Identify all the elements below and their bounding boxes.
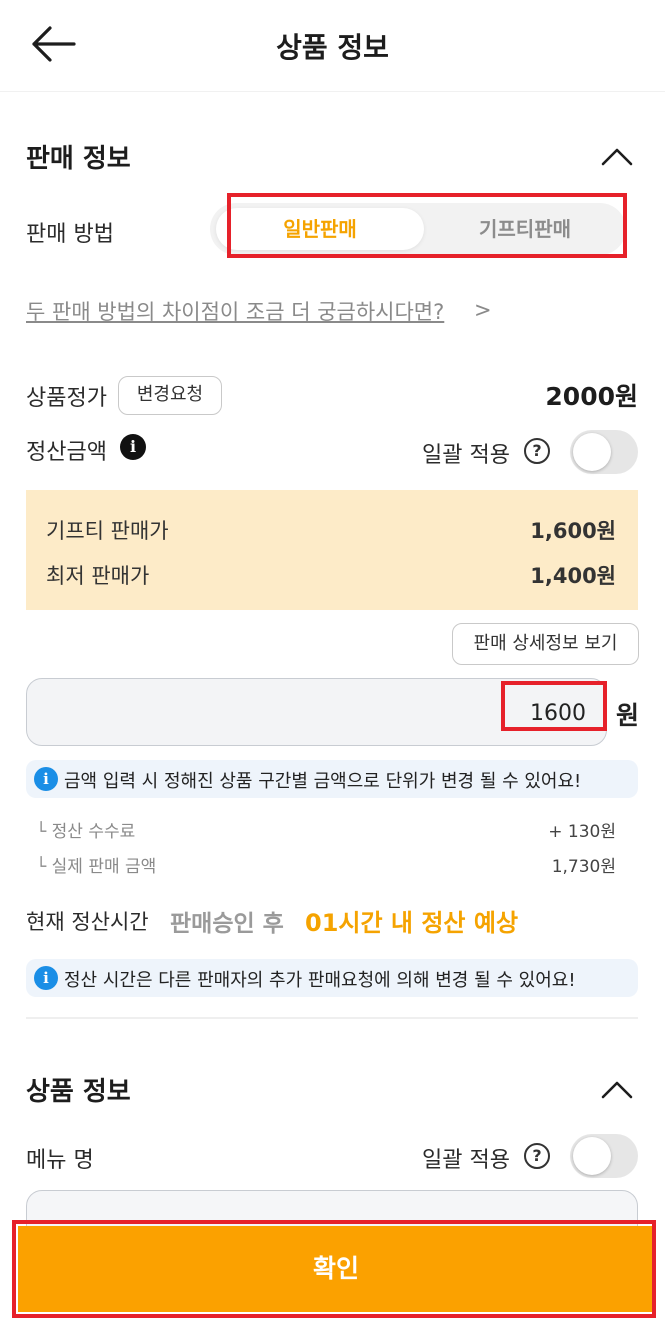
menu-name-label: 메뉴 명 <box>26 1148 94 1173</box>
highlight-box-sale-method <box>227 193 627 258</box>
actual-price-label: └ 실제 판매 금액 <box>36 857 157 877</box>
menu-bulk-apply-toggle[interactable] <box>570 1134 638 1178</box>
amount-notice-text: 금액 입력 시 정해진 상품 구간별 금액으로 단위가 변경 될 수 있어요! <box>64 771 582 792</box>
question-icon[interactable]: ? <box>524 438 550 464</box>
sale-detail-button[interactable]: 판매 상세정보 보기 <box>452 623 639 665</box>
toggle-knob <box>573 1137 611 1175</box>
change-request-button[interactable]: 변경요청 <box>118 376 222 415</box>
fee-value: + 130원 <box>548 822 616 842</box>
highlight-box-confirm <box>12 1220 656 1318</box>
method-difference-link[interactable]: 두 판매 방법의 차이점이 조금 더 궁금하시다면? <box>26 296 444 326</box>
info-circle-icon: i <box>34 966 58 990</box>
menu-bulk-apply-label: 일괄 적용 <box>422 1148 510 1173</box>
chevron-up-icon[interactable] <box>599 144 635 168</box>
gifti-price-value: 1,600원 <box>530 519 616 543</box>
bulk-apply-label: 일괄 적용 <box>422 443 510 468</box>
lowest-price-label: 최저 판매가 <box>46 564 150 588</box>
info-circle-icon: i <box>34 767 58 791</box>
actual-price-value: 1,730원 <box>551 857 616 877</box>
info-icon[interactable]: i <box>120 434 146 460</box>
list-price-label: 상품정가 <box>26 386 107 411</box>
settlement-amount-label: 정산금액 <box>26 440 107 465</box>
gifti-price-label: 기프티 판매가 <box>46 519 169 543</box>
sales-section-title: 판매 정보 <box>26 144 131 174</box>
page-title: 상품 정보 <box>276 31 389 64</box>
bulk-apply-toggle[interactable] <box>570 430 638 474</box>
sale-method-label: 판매 방법 <box>26 222 114 247</box>
settle-time-notice: i 정산 시간은 다른 판매자의 추가 판매요청에 의해 변경 될 수 있어요! <box>26 959 638 997</box>
lowest-price-value: 1,400원 <box>530 564 616 588</box>
toggle-knob <box>573 433 611 471</box>
fee-label: └ 정산 수수료 <box>36 822 136 842</box>
amount-unit: 원 <box>616 701 640 730</box>
settle-time-prefix: 판매승인 후 <box>170 911 284 937</box>
chevron-right-icon[interactable]: > <box>474 298 492 322</box>
product-section-title: 상품 정보 <box>26 1077 131 1107</box>
settle-time-notice-text: 정산 시간은 다른 판매자의 추가 판매요청에 의해 변경 될 수 있어요! <box>64 970 576 991</box>
amount-notice: i 금액 입력 시 정해진 상품 구간별 금액으로 단위가 변경 될 수 있어요… <box>26 760 638 798</box>
price-info-box: 기프티 판매가 1,600원 최저 판매가 1,400원 <box>26 490 638 610</box>
app-header: 상품 정보 <box>0 0 665 92</box>
question-icon[interactable]: ? <box>524 1143 550 1169</box>
highlight-box-amount <box>501 681 607 731</box>
list-price-value: 2000원 <box>545 382 638 411</box>
section-divider <box>26 1017 638 1019</box>
settle-time-label: 현재 정산시간 <box>26 910 149 934</box>
chevron-up-icon[interactable] <box>599 1077 635 1101</box>
settle-time-estimate: 01시간 내 정산 예상 <box>305 909 519 937</box>
